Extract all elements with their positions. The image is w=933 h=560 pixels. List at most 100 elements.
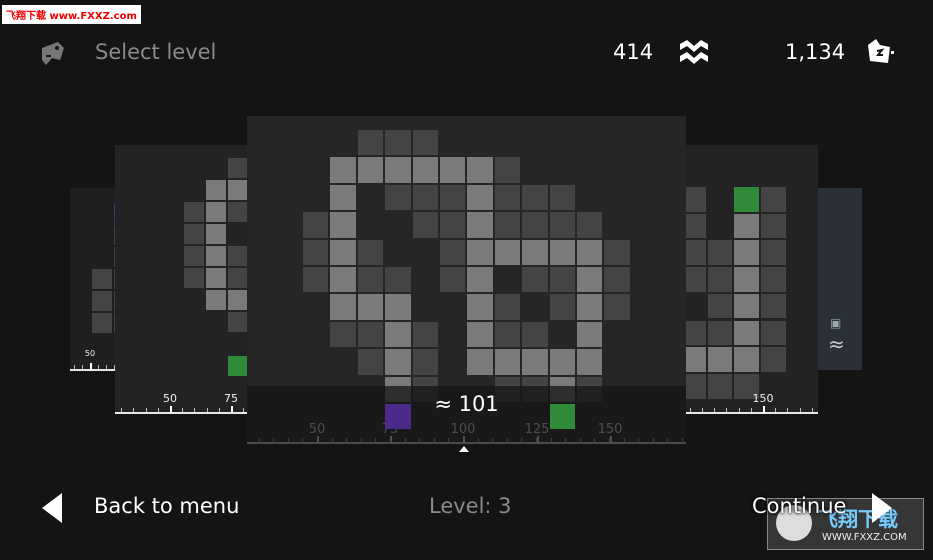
ruler-tick	[690, 408, 691, 412]
ruler-label: 75	[224, 392, 238, 405]
grid-cell	[228, 180, 248, 200]
ruler-tick	[207, 408, 208, 412]
grid-cell	[549, 294, 575, 320]
ruler-tick	[82, 365, 83, 369]
grid-cell	[206, 202, 226, 222]
grid-cell	[522, 267, 548, 293]
grid-cell	[761, 347, 786, 372]
grid-cell	[385, 184, 411, 211]
grid-cell	[494, 349, 521, 375]
grid-cell	[494, 157, 521, 183]
grid-cell	[467, 321, 493, 348]
level-card-right[interactable]	[670, 145, 818, 413]
grid-cell	[577, 321, 603, 348]
gamepad-icon	[38, 38, 68, 72]
grid-cell	[604, 294, 630, 320]
grid-cell	[522, 321, 548, 348]
grid-cell	[412, 130, 438, 156]
grid-cell	[440, 267, 466, 293]
grid-cell	[330, 294, 356, 320]
page-title: Select level	[95, 40, 217, 64]
grid-cell	[184, 246, 204, 266]
goal-cell	[549, 404, 575, 430]
grid-cell	[385, 349, 411, 375]
ruler-tick	[194, 408, 195, 412]
waves-icon: ≈	[828, 332, 845, 356]
grid-cell	[357, 321, 384, 348]
grid-cell	[440, 212, 466, 238]
level-card-left[interactable]	[115, 145, 265, 413]
grid-cell	[734, 347, 760, 372]
ruler-tick	[812, 408, 813, 412]
continue-arrow-icon[interactable]	[870, 493, 892, 527]
grid-cell	[385, 321, 411, 348]
grid-cell	[577, 267, 603, 293]
grid-cell	[228, 268, 248, 288]
grid-cell	[707, 347, 733, 372]
grid-cell	[467, 157, 493, 183]
grid-cell	[467, 267, 493, 293]
grid-cell	[734, 213, 760, 239]
grid-cell	[577, 212, 603, 238]
grid-cell	[577, 349, 603, 375]
grid-cell	[440, 157, 466, 183]
ruler-tick	[800, 408, 801, 412]
ruler-tick	[74, 365, 75, 369]
selected-level-marker	[459, 446, 469, 452]
grid-cell	[184, 202, 204, 222]
ruler-tick	[219, 408, 220, 412]
grid-cell	[549, 212, 575, 238]
grid-cell	[761, 320, 786, 346]
grid-cell	[357, 267, 384, 293]
grid-cell	[330, 184, 356, 211]
level-ruler[interactable]	[70, 369, 115, 371]
grid-cell	[330, 267, 356, 293]
ruler-tick	[133, 408, 134, 412]
ruler-major-tick	[90, 363, 92, 370]
grid-cell	[734, 267, 760, 292]
grid-cell	[228, 290, 248, 310]
grid-cell	[549, 267, 575, 293]
grid-cell	[467, 239, 493, 265]
grid-cell	[228, 202, 248, 222]
grid-cell	[761, 293, 786, 319]
grid-cell	[303, 267, 329, 293]
grid-cell	[357, 130, 384, 156]
goal-cell	[734, 187, 760, 212]
level-ruler[interactable]	[686, 412, 818, 414]
grid-cell	[206, 224, 226, 244]
grid-cell	[206, 268, 226, 288]
grid-cell	[522, 212, 548, 238]
grid-cell	[385, 157, 411, 183]
grid-cell	[522, 184, 548, 211]
grid-cell	[330, 321, 356, 348]
ruler-major-tick	[231, 406, 233, 413]
tickets-count: 1,134	[785, 40, 846, 64]
grid-cell	[92, 269, 112, 289]
level-ruler[interactable]	[115, 412, 247, 414]
grid-cell	[734, 293, 760, 319]
grid-cell	[330, 239, 356, 265]
grid-cell	[303, 212, 329, 238]
grid-cell	[467, 349, 493, 375]
grid-cell	[92, 313, 112, 333]
grid-cell	[385, 267, 411, 293]
level-card-selected[interactable]: ≈ 101	[247, 116, 686, 445]
grid-cell	[604, 267, 630, 293]
grid-cell	[412, 212, 438, 238]
grid-cell	[734, 240, 760, 266]
grid-cell	[184, 268, 204, 288]
ruler-tick	[726, 408, 727, 412]
grid-cell	[522, 349, 548, 375]
grid-cell	[330, 157, 356, 183]
grid-cell	[707, 373, 733, 399]
continue-button[interactable]: Continue	[752, 494, 846, 518]
grid-cell	[494, 294, 521, 320]
grid-cell	[761, 187, 786, 212]
back-arrow-icon[interactable]	[42, 493, 64, 527]
grid-cell	[412, 321, 438, 348]
back-to-menu-button[interactable]: Back to menu	[94, 494, 239, 518]
grid-cell	[549, 349, 575, 375]
ticket-icon	[864, 37, 896, 71]
ruler-tick	[146, 408, 147, 412]
